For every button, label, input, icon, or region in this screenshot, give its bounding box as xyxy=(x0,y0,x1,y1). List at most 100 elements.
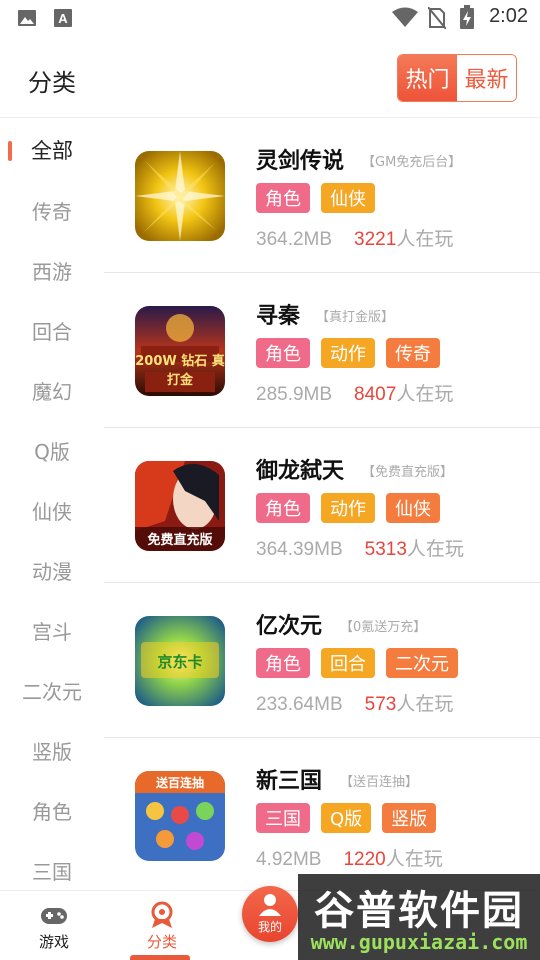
sidebar-item-label: 三国 xyxy=(32,859,72,884)
sidebar-item-palace[interactable]: 宫斗 xyxy=(0,600,104,660)
tag-list: 三国 Q版 竖版 xyxy=(256,803,437,833)
game-icon[interactable]: 送百连抽 xyxy=(135,771,225,861)
icon-caption: 免费直充版 xyxy=(147,533,213,548)
tag: 角色 xyxy=(256,493,310,523)
game-row[interactable]: 京东卡 亿次元 【0氪送万充】 角色 回合 二次元 233.64MB 573人在玩 xyxy=(104,583,540,738)
player-count: 3221 xyxy=(354,229,397,250)
nav-category[interactable]: 分类 xyxy=(108,891,216,960)
sidebar-item-rpg[interactable]: 角色 xyxy=(0,780,104,840)
game-size: 364.2MB xyxy=(256,229,333,250)
sidebar-item-acg[interactable]: 二次元 xyxy=(0,660,104,720)
sidebar-item-label: 回合 xyxy=(32,319,72,344)
game-icon[interactable]: 京东卡 xyxy=(135,616,225,706)
nav-games[interactable]: 游戏 xyxy=(0,891,108,960)
player-suffix: 人在玩 xyxy=(396,383,454,405)
player-count: 8407 xyxy=(354,384,397,405)
player-count: 573 xyxy=(364,694,397,715)
sidebar-item-label: 魔幻 xyxy=(32,379,72,404)
category-icon xyxy=(151,901,173,928)
nav-label: 分类 xyxy=(146,933,177,951)
nav-me[interactable]: 我的 xyxy=(242,886,298,942)
game-name: 新三国 xyxy=(256,769,323,794)
game-row[interactable]: 免费直充版 御龙弑天 【免费直充版】 角色 动作 仙侠 364.39MB 5313… xyxy=(104,428,540,583)
active-tab-indicator xyxy=(130,955,190,960)
game-meta: 364.2MB 3221人在玩 xyxy=(256,224,453,251)
sidebar-item-turn-based[interactable]: 回合 xyxy=(0,300,104,360)
game-icon[interactable] xyxy=(135,151,225,241)
game-row[interactable]: 送百连抽 新三国 【送百连抽】 三国 Q版 竖版 4.92MB 1220人在玩 xyxy=(104,738,540,893)
game-tagline: 【GM免充后台】 xyxy=(362,155,462,170)
tag: 传奇 xyxy=(386,338,440,368)
tag: 三国 xyxy=(256,803,310,833)
player-suffix: 人在玩 xyxy=(396,693,454,715)
sidebar-item-label: 宫斗 xyxy=(32,619,72,644)
tag: 二次元 xyxy=(386,648,458,678)
no-sim-icon xyxy=(428,7,446,29)
tag: 竖版 xyxy=(382,803,437,833)
game-row[interactable]: 灵剑传说 【GM免充后台】 角色 仙侠 364.2MB 3221人在玩 xyxy=(104,118,540,273)
game-name: 灵剑传说 xyxy=(256,149,345,174)
game-name: 寻秦 xyxy=(256,304,301,329)
game-list: 灵剑传说 【GM免充后台】 角色 仙侠 364.2MB 3221 人在玩 200W… xyxy=(104,118,540,893)
game-size: 285.9MB xyxy=(256,384,333,405)
tag: 回合 xyxy=(321,648,375,678)
header: 分类 热门 最新 xyxy=(0,36,540,118)
category-sidebar: 全部 传奇 西游 回合 魔幻 Q版 仙侠 动漫 宫斗 二次元 竖版 角色 三国 xyxy=(0,118,104,890)
game-name: 御龙弑天 xyxy=(256,459,345,484)
text-a-icon: A xyxy=(54,9,72,27)
game-name: 亿次元 xyxy=(256,614,323,639)
user-icon xyxy=(259,894,281,916)
sidebar-item-journey-west[interactable]: 西游 xyxy=(0,240,104,300)
sidebar-item-q-version[interactable]: Q版 xyxy=(0,420,104,480)
clock: 2:02 xyxy=(489,5,528,27)
status-bar: A 2:02 xyxy=(0,0,540,36)
player-suffix: 人在玩 xyxy=(385,848,443,870)
game-icon[interactable]: 免费直充版 xyxy=(135,461,225,551)
new-tab[interactable]: 最新 xyxy=(457,55,516,101)
watermark-url: www.gupuxiazai.com xyxy=(310,930,528,954)
game-meta: 285.9MB 8407人在玩 xyxy=(256,379,453,406)
gamepad-icon xyxy=(41,908,67,924)
sidebar-item-anime[interactable]: 动漫 xyxy=(0,540,104,600)
sidebar-item-label: 角色 xyxy=(32,799,72,824)
sidebar-item-label: 竖版 xyxy=(32,739,72,764)
game-tagline: 【免费直充版】 xyxy=(362,465,454,480)
tag: 仙侠 xyxy=(321,183,375,213)
tag-list: 角色 动作 传奇 xyxy=(256,338,440,368)
game-size: 4.92MB xyxy=(256,849,322,870)
battery-charging-icon xyxy=(460,5,474,29)
game-meta: 4.92MB 1220人在玩 xyxy=(256,844,443,871)
sidebar-item-vertical[interactable]: 竖版 xyxy=(0,720,104,780)
svg-text:A: A xyxy=(58,11,68,26)
game-tagline: 【真打金版】 xyxy=(316,310,395,325)
image-icon xyxy=(18,10,36,26)
game-size: 364.39MB xyxy=(256,539,343,560)
game-size: 233.64MB xyxy=(256,694,343,715)
tag-list: 角色 动作 仙侠 xyxy=(256,493,440,523)
sidebar-item-label: 全部 xyxy=(31,139,73,163)
watermark: 谷普软件园 www.gupuxiazai.com xyxy=(298,874,540,960)
game-icon[interactable]: 200W 钻石 真打金 xyxy=(135,306,225,396)
tag: 动作 xyxy=(321,338,375,368)
sidebar-item-xianxia[interactable]: 仙侠 xyxy=(0,480,104,540)
active-indicator xyxy=(8,141,12,161)
tag: 动作 xyxy=(321,493,375,523)
sort-toggle: 热门 最新 xyxy=(397,54,517,102)
sidebar-item-legend[interactable]: 传奇 xyxy=(0,180,104,240)
watermark-title: 谷普软件园 xyxy=(314,888,524,934)
game-meta: 364.39MB 5313人在玩 xyxy=(256,534,464,561)
tag: 角色 xyxy=(256,338,310,368)
sidebar-item-label: 仙侠 xyxy=(32,499,72,524)
nav-label: 我的 xyxy=(257,920,282,934)
game-tagline: 【送百连抽】 xyxy=(340,775,419,790)
tag: 角色 xyxy=(256,648,310,678)
sidebar-item-all[interactable]: 全部 xyxy=(0,120,104,180)
nav-label: 游戏 xyxy=(38,933,69,951)
game-art-icon xyxy=(135,151,225,241)
hot-tab[interactable]: 热门 xyxy=(398,55,457,101)
tag: 角色 xyxy=(256,183,310,213)
game-row[interactable]: 200W 钻石 真打金 寻秦 【真打金版】 角色 动作 传奇 285.9MB 84… xyxy=(104,273,540,428)
sidebar-item-fantasy[interactable]: 魔幻 xyxy=(0,360,104,420)
player-count: 5313 xyxy=(364,539,407,560)
tag: 仙侠 xyxy=(386,493,440,523)
